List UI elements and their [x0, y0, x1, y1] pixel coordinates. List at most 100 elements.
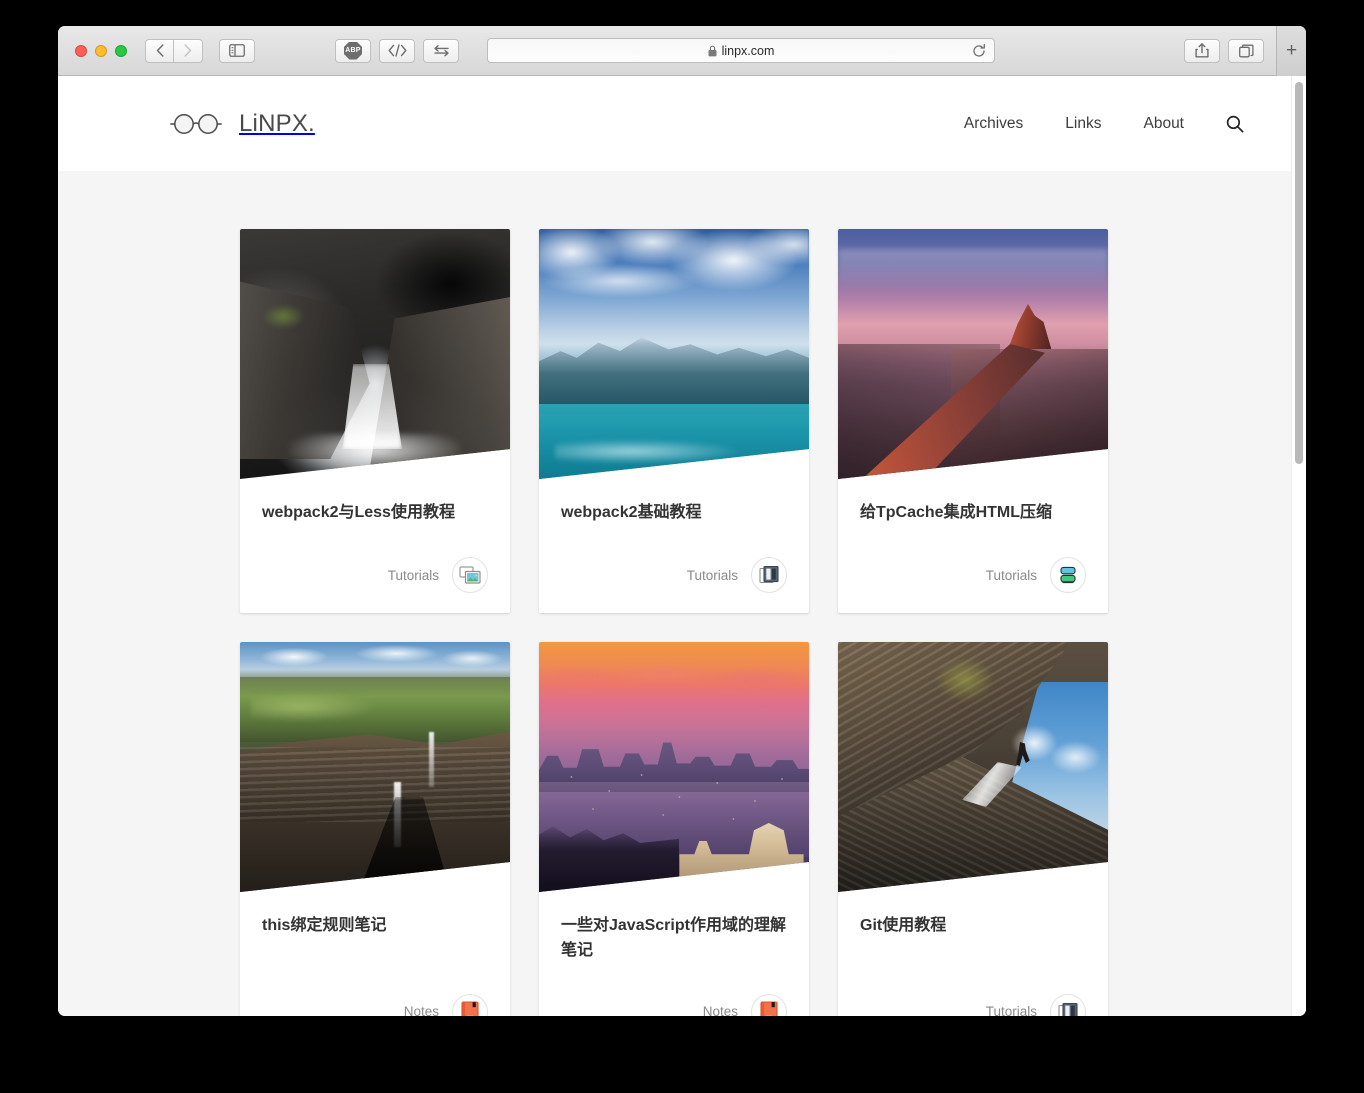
chevron-right-icon	[184, 44, 192, 57]
post-body: Git使用教程	[838, 892, 1108, 964]
post-image-snowy-mountains-lake	[539, 229, 809, 479]
post-card[interactable]: webpack2与Less使用教程 Tutorials	[240, 229, 510, 613]
new-tab-button[interactable]: +	[1276, 26, 1306, 76]
layers-icon	[1060, 566, 1076, 584]
close-window-button[interactable]	[75, 44, 87, 57]
post-footer: Tutorials	[240, 527, 510, 613]
post-body: 给TpCache集成HTML压缩	[838, 479, 1108, 527]
post-image-desert-sunset-spire	[838, 229, 1108, 479]
swap-arrows-icon	[433, 45, 449, 57]
proxy-switch-button[interactable]	[423, 38, 459, 63]
tab-overview-button[interactable]	[1228, 38, 1264, 63]
lock-icon	[708, 45, 717, 56]
toolbar-right-buttons	[1184, 38, 1264, 63]
post-body: webpack2与Less使用教程	[240, 479, 510, 527]
post-category[interactable]: Tutorials	[687, 568, 738, 583]
post-image-city-skyline-sunset	[539, 642, 809, 892]
tabs-icon	[1238, 44, 1254, 57]
post-image-climber-rock-ridge	[838, 642, 1108, 892]
post-category[interactable]: Notes	[703, 1004, 738, 1016]
reload-icon	[973, 43, 985, 57]
show-sidebar-button[interactable]	[219, 38, 255, 63]
post-category[interactable]: Tutorials	[986, 1004, 1037, 1016]
post-card-grid: webpack2与Less使用教程 Tutorials webpack2基础教程…	[240, 171, 1306, 1016]
sidebar-icon	[229, 44, 245, 57]
share-button[interactable]	[1184, 38, 1220, 63]
post-thumbnail[interactable]	[838, 229, 1108, 479]
post-title[interactable]: Git使用教程	[860, 914, 1086, 940]
post-title[interactable]: webpack2基础教程	[561, 501, 787, 527]
site-header: LiNPX. Archives Links About	[58, 76, 1306, 171]
post-category[interactable]: Tutorials	[986, 568, 1037, 583]
share-icon	[1195, 43, 1209, 58]
back-button[interactable]	[145, 38, 174, 63]
post-body: 一些对JavaScript作用域的理解笔记	[539, 892, 809, 964]
browser-toolbar: ABP linpx.com +	[58, 26, 1306, 76]
post-category[interactable]: Tutorials	[388, 568, 439, 583]
category-badge-book	[751, 557, 787, 593]
developer-tools-button[interactable]	[379, 38, 415, 63]
url-value: linpx.com	[721, 43, 775, 58]
category-badge-notebook	[452, 993, 488, 1016]
post-footer: Tutorials	[838, 964, 1108, 1016]
orange-notebook-icon	[760, 1001, 778, 1016]
site-logo[interactable]: LiNPX.	[170, 110, 315, 138]
post-body: this绑定规则笔记	[240, 892, 510, 964]
post-title[interactable]: 一些对JavaScript作用域的理解笔记	[561, 914, 787, 964]
post-thumbnail[interactable]	[539, 642, 809, 892]
category-badge-notebook	[751, 993, 787, 1016]
post-image-waterfall-gorge	[240, 229, 510, 479]
category-badge-photos	[452, 557, 488, 593]
post-title[interactable]: webpack2与Less使用教程	[262, 501, 488, 527]
post-thumbnail[interactable]	[539, 229, 809, 479]
code-brackets-icon	[388, 44, 406, 57]
post-card[interactable]: Git使用教程 Tutorials	[838, 642, 1108, 1016]
post-title[interactable]: 给TpCache集成HTML压缩	[860, 501, 1086, 527]
post-card[interactable]: 一些对JavaScript作用域的理解笔记 Notes	[539, 642, 809, 1016]
extension-buttons: ABP	[335, 38, 459, 63]
post-thumbnail[interactable]	[838, 642, 1108, 892]
post-footer: Tutorials	[539, 527, 809, 613]
maximize-window-button[interactable]	[115, 44, 127, 57]
glasses-icon	[170, 113, 222, 134]
post-card[interactable]: webpack2基础教程 Tutorials	[539, 229, 809, 613]
abp-badge: ABP	[344, 41, 362, 60]
navigation-buttons	[145, 38, 203, 63]
address-bar[interactable]: linpx.com	[487, 38, 995, 63]
nav-link-about[interactable]: About	[1143, 115, 1184, 133]
scrollbar-thumb[interactable]	[1295, 82, 1303, 464]
post-image-green-canyon-waterfalls	[240, 642, 510, 892]
post-footer: Notes	[240, 964, 510, 1016]
adblock-plus-button[interactable]: ABP	[335, 38, 371, 63]
book-icon	[1058, 1002, 1078, 1016]
page-scrollbar[interactable]	[1291, 76, 1306, 1016]
chevron-left-icon	[156, 44, 164, 57]
post-category[interactable]: Notes	[404, 1004, 439, 1016]
nav-link-links[interactable]: Links	[1065, 115, 1101, 133]
post-footer: Tutorials	[838, 527, 1108, 613]
post-card[interactable]: 给TpCache集成HTML压缩 Tutorials	[838, 229, 1108, 613]
site-logo-text: LiNPX.	[239, 109, 315, 137]
post-thumbnail[interactable]	[240, 642, 510, 892]
site-navigation: Archives Links About	[964, 115, 1244, 133]
post-body: webpack2基础教程	[539, 479, 809, 527]
post-title[interactable]: this绑定规则笔记	[262, 914, 488, 940]
reload-button[interactable]	[972, 43, 986, 58]
address-bar-content: linpx.com	[708, 43, 775, 58]
photos-icon	[459, 566, 481, 584]
search-button[interactable]	[1226, 115, 1244, 133]
page-viewport: LiNPX. Archives Links About webpack2与Les…	[58, 76, 1306, 1016]
forward-button[interactable]	[174, 38, 203, 63]
window-controls	[75, 44, 127, 57]
post-footer: Notes	[539, 964, 809, 1016]
category-badge-layers	[1050, 557, 1086, 593]
orange-notebook-icon	[461, 1001, 479, 1016]
desktop-backdrop: ABP linpx.com + LiNPX. Archives Links Ab…	[0, 0, 1364, 1093]
minimize-window-button[interactable]	[95, 44, 107, 57]
search-icon	[1226, 115, 1244, 132]
post-thumbnail[interactable]	[240, 229, 510, 479]
book-icon	[759, 566, 779, 584]
post-card[interactable]: this绑定规则笔记 Notes	[240, 642, 510, 1016]
nav-link-archives[interactable]: Archives	[964, 115, 1023, 133]
category-badge-book	[1050, 993, 1086, 1016]
